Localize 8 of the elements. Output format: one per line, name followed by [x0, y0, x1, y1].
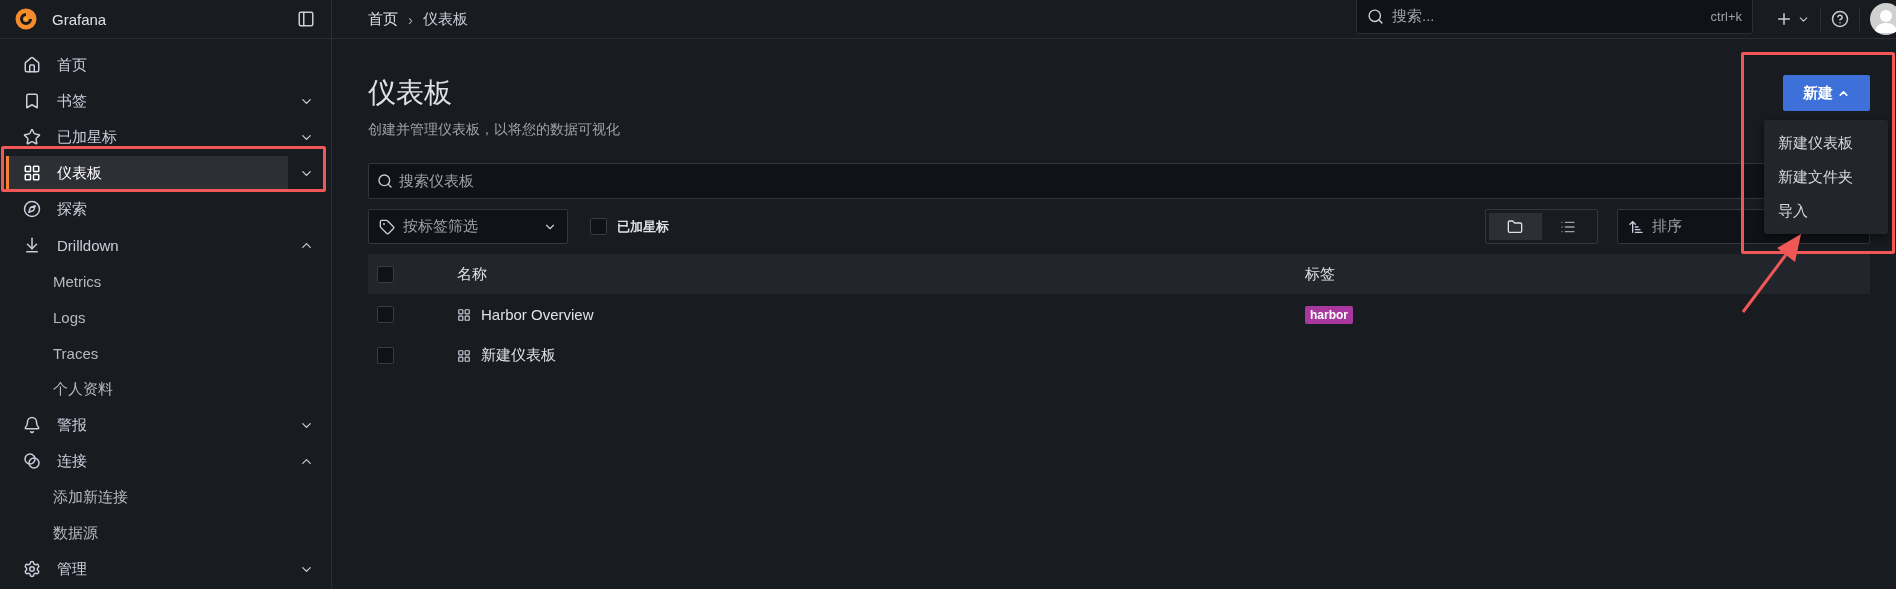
- column-header: 名称: [457, 264, 487, 284]
- breadcrumb-separator: ›: [408, 10, 413, 28]
- shortcut-hint: ctrl+k: [1710, 9, 1742, 24]
- checkbox-label: 已加星标: [617, 217, 669, 236]
- page-subtitle: 创建并管理仪表板，以将您的数据可视化: [368, 121, 620, 139]
- page-title: 仪表板: [368, 76, 453, 110]
- brand-name: Grafana: [52, 10, 108, 28]
- column-header: 标签: [1305, 264, 1335, 284]
